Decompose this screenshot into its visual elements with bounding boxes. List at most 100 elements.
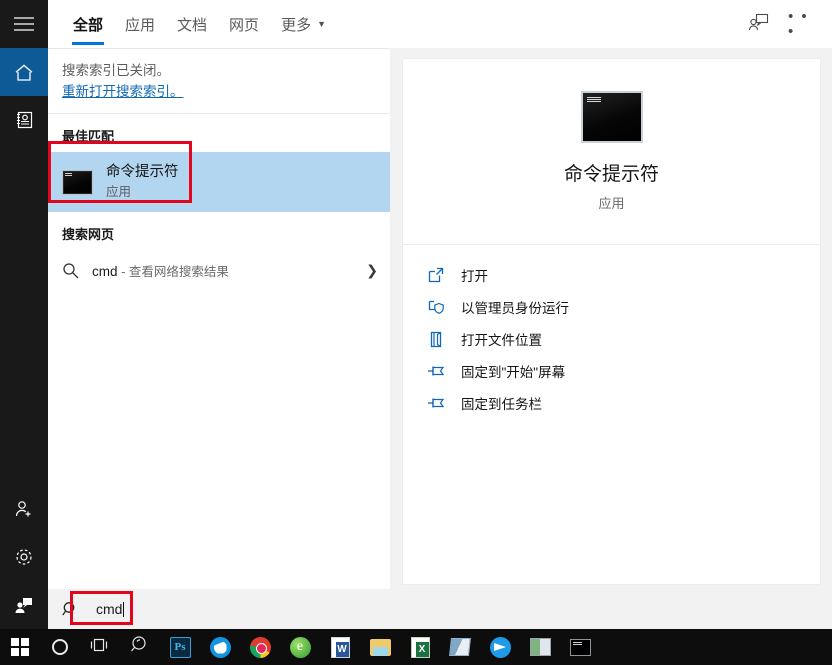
best-match-row[interactable]: 命令提示符 应用	[48, 152, 390, 213]
sidebar-item-notebook[interactable]	[0, 96, 48, 144]
search-icon	[62, 601, 84, 618]
sidebar-item-feedback[interactable]	[0, 581, 48, 629]
notice-text: 搜索索引已关闭。	[62, 63, 170, 78]
taskbar-search-button[interactable]	[120, 629, 160, 665]
home-icon	[14, 63, 34, 82]
taskbar-photoshop[interactable]: Ps	[160, 629, 200, 665]
command-prompt-icon	[62, 169, 93, 195]
taskbar-word[interactable]	[320, 629, 360, 665]
sidebar-item-home[interactable]	[0, 48, 48, 96]
search-input[interactable]: cmd	[96, 601, 125, 617]
reopen-search-index-link[interactable]: 重新打开搜索索引。	[62, 82, 376, 103]
taskbar-excel[interactable]	[400, 629, 440, 665]
window-icon	[529, 638, 551, 656]
taskbar-command-prompt[interactable]	[560, 629, 600, 665]
sidebar-item-settings[interactable]	[0, 533, 48, 581]
gear-icon	[14, 547, 34, 567]
cortana-circle-icon	[52, 639, 68, 655]
folder-icon	[369, 638, 391, 656]
tab-more[interactable]: 更多 ▼	[270, 0, 337, 48]
web-search-row[interactable]: cmd - 查看网络搜索结果 ❯	[48, 250, 390, 290]
more-options-button[interactable]: • • •	[788, 9, 818, 39]
action-open-label: 打开	[461, 269, 488, 284]
chrome-icon	[249, 636, 271, 658]
action-pin-to-start[interactable]: 固定到"开始"屏幕	[403, 355, 820, 387]
search-icon	[62, 262, 84, 279]
taskbar-window-app[interactable]	[520, 629, 560, 665]
tab-documents-label: 文档	[177, 16, 208, 34]
preview-actions: 打开 以管理员身份运行 打开文件位置 固定到"开始"屏幕 固定到任务栏	[403, 245, 820, 419]
web-search-suffix: - 查看网络搜索结果	[121, 264, 229, 279]
windows-search-screen: 全部 应用 文档 网页 更多 ▼ • • • 搜索索引已关闭。 重新打开搜索索引…	[0, 0, 832, 665]
action-run-as-admin[interactable]: 以管理员身份运行	[403, 291, 820, 323]
sidebar-item-account[interactable]	[0, 485, 48, 533]
notebook-icon	[14, 110, 34, 130]
tab-documents[interactable]: 文档	[166, 0, 218, 48]
best-match-title: 命令提示符	[106, 164, 179, 181]
action-open-file-location[interactable]: 打开文件位置	[403, 323, 820, 355]
taskbar-qq-browser[interactable]	[200, 629, 240, 665]
search-input-value: cmd	[96, 601, 123, 617]
start-button[interactable]	[0, 629, 40, 665]
taskbar-blue-arrow-app[interactable]	[480, 629, 520, 665]
web-search-label: cmd - 查看网络搜索结果	[92, 261, 229, 280]
app-preview-card: 命令提示符 应用 打开 以管理员身份运行 打开文件位置 固定到"开始"屏幕 固定…	[402, 58, 821, 585]
taskbar-notes-app[interactable]	[440, 629, 480, 665]
tab-web[interactable]: 网页	[218, 0, 270, 48]
tab-more-label: 更多	[281, 16, 312, 34]
word-icon	[330, 636, 350, 658]
taskbar: Ps	[0, 629, 832, 665]
cortana-button[interactable]	[40, 629, 80, 665]
preview-hero: 命令提示符 应用	[403, 59, 820, 245]
photoshop-icon: Ps	[169, 636, 191, 658]
search-icon	[130, 635, 150, 660]
pin-icon	[425, 361, 447, 381]
tab-apps-label: 应用	[125, 16, 156, 34]
notes-icon	[449, 638, 471, 656]
ellipsis-icon: • • •	[788, 8, 809, 40]
taskbar-chrome[interactable]	[240, 629, 280, 665]
hamburger-menu-button[interactable]	[0, 0, 48, 48]
header-actions: • • •	[744, 9, 832, 39]
search-index-notice: 搜索索引已关闭。 重新打开搜索索引。	[48, 49, 390, 115]
tab-apps[interactable]: 应用	[114, 0, 166, 48]
excel-icon	[410, 636, 430, 658]
action-pin-to-taskbar[interactable]: 固定到任务栏	[403, 387, 820, 419]
results-panel: 搜索索引已关闭。 重新打开搜索索引。 最佳匹配 命令提示符 应用 搜索网页 cm…	[48, 48, 390, 589]
action-open[interactable]: 打开	[403, 259, 820, 291]
taskbar-ie-browser[interactable]	[280, 629, 320, 665]
header-feedback-button[interactable]	[744, 9, 774, 39]
task-view-icon	[90, 637, 110, 658]
task-view-button[interactable]	[80, 629, 120, 665]
taskbar-file-explorer[interactable]	[360, 629, 400, 665]
chevron-down-icon: ▼	[317, 19, 326, 29]
best-match-heading: 最佳匹配	[62, 129, 115, 145]
shield-icon	[425, 297, 447, 317]
feedback-icon	[14, 595, 34, 615]
action-open-file-location-label: 打开文件位置	[461, 333, 542, 348]
tab-strip: 全部 应用 文档 网页 更多 ▼	[48, 0, 337, 48]
hamburger-icon	[14, 17, 34, 31]
ie-browser-icon	[289, 636, 311, 658]
web-search-query: cmd	[92, 263, 118, 279]
action-pin-to-start-label: 固定到"开始"屏幕	[461, 365, 566, 380]
action-pin-to-taskbar-label: 固定到任务栏	[461, 397, 542, 412]
command-prompt-icon	[580, 91, 643, 143]
navigation-rail	[0, 0, 48, 629]
header-bar: 全部 应用 文档 网页 更多 ▼ • • •	[48, 0, 832, 48]
folder-open-icon	[425, 329, 447, 349]
best-match-text: 命令提示符 应用	[106, 164, 179, 199]
qq-browser-icon	[209, 636, 231, 658]
preview-app-name: 命令提示符	[563, 164, 659, 185]
tab-all[interactable]: 全部	[62, 0, 114, 48]
preview-app-type: 应用	[598, 196, 625, 211]
windows-logo-icon	[11, 638, 29, 656]
open-external-icon	[425, 265, 447, 285]
person-add-icon	[14, 499, 34, 519]
tab-web-label: 网页	[229, 16, 260, 34]
feedback-icon	[748, 12, 770, 37]
action-run-as-admin-label: 以管理员身份运行	[461, 301, 569, 316]
send-arrow-icon	[489, 636, 511, 658]
chevron-right-icon: ❯	[366, 261, 378, 278]
search-bar[interactable]: cmd	[48, 589, 832, 629]
